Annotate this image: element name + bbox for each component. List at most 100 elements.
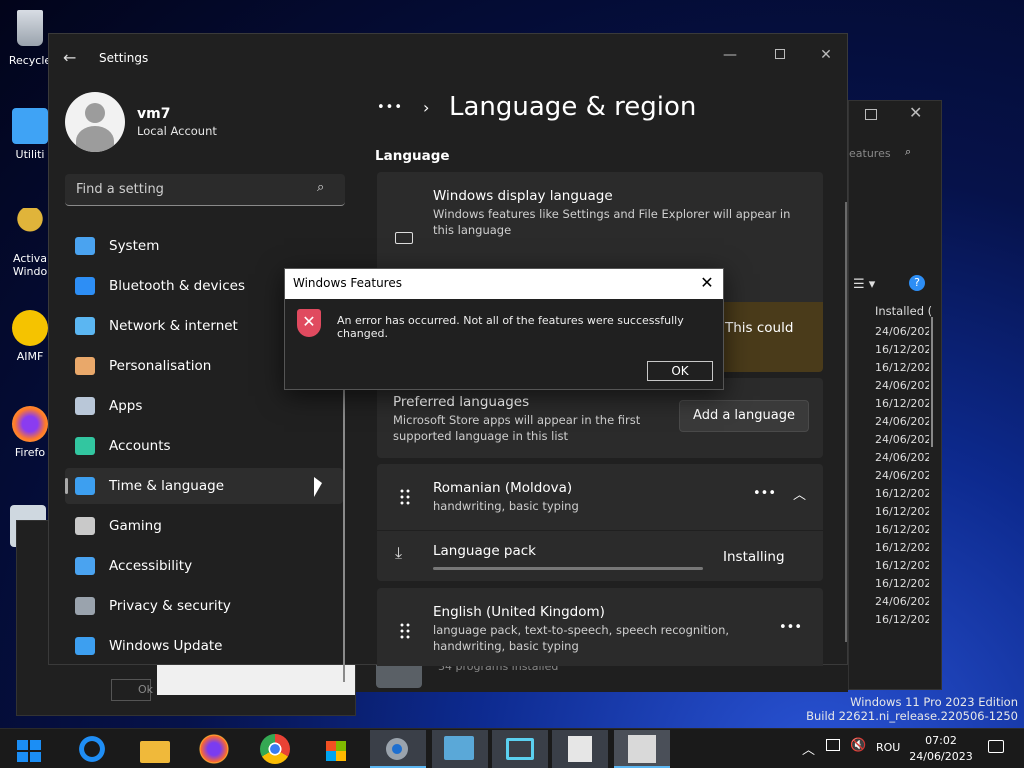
update-icon (75, 637, 95, 655)
taskbar-app-window[interactable] (492, 730, 548, 768)
view-menu-icon[interactable]: ☰ ▾ (853, 277, 875, 292)
desktop-icon-recycle-bin[interactable]: Recycle (8, 10, 52, 67)
sidebar-item-label: Bluetooth & devices (109, 278, 246, 294)
add-language-button[interactable]: Add a language (679, 400, 809, 432)
file-explorer-icon[interactable] (138, 733, 170, 765)
user-name: vm7 (137, 106, 171, 122)
desktop-icon-utilities[interactable]: Utiliti (8, 108, 52, 161)
sidebar-item-label: Accounts (109, 438, 171, 454)
language-pack-row: ⤓ Language pack Installing (377, 531, 823, 581)
sidebar-item-gaming[interactable]: Gaming (65, 508, 343, 544)
clock-time: 07:02 (925, 734, 957, 747)
date-row: 24/06/2023 (875, 433, 929, 446)
minimize-button[interactable]: — (715, 40, 745, 70)
more-options-button[interactable]: ••• (753, 486, 776, 501)
sidebar-item-privacy-security[interactable]: Privacy & security (65, 588, 343, 624)
sidebar-item-system[interactable]: System (65, 228, 343, 264)
download-icon: ⤓ (395, 543, 403, 562)
microsoft-store-icon[interactable] (320, 733, 352, 765)
close-button[interactable]: ✕ (909, 103, 922, 122)
taskbar-app-programs[interactable] (614, 730, 670, 768)
search-input[interactable]: Find a setting ⌕ (65, 174, 345, 206)
search-placeholder: Find a setting (76, 182, 164, 197)
maximize-button[interactable] (865, 109, 877, 120)
avatar[interactable] (65, 92, 125, 152)
date-row: 16/12/2022 (875, 361, 929, 374)
show-hidden-icons-chevron[interactable]: ︿ (802, 739, 815, 758)
control-panel-icon (568, 736, 592, 762)
window-app-icon (506, 738, 534, 760)
close-button[interactable]: ✕ (811, 40, 841, 70)
scrollbar[interactable] (931, 317, 933, 447)
notifications-icon[interactable] (988, 740, 1004, 753)
desktop-icon-activate-windows[interactable]: Activa Windo (8, 208, 52, 278)
drag-handle-icon[interactable] (399, 488, 411, 506)
taskbar-app-terminal[interactable] (432, 730, 488, 768)
ok-button[interactable]: OK (647, 361, 713, 381)
window-title: Settings (99, 51, 149, 65)
date-row: 24/06/2023 (875, 595, 929, 608)
title-bar: ← Settings — ✕ (49, 34, 847, 82)
maximize-button[interactable] (765, 40, 795, 70)
sidebar-item-accounts[interactable]: Accounts (65, 428, 343, 464)
language-pack-progress (433, 567, 703, 570)
input-language[interactable]: ROU (876, 741, 900, 754)
sidebar-item-label: Time & language (109, 478, 225, 494)
back-arrow-icon[interactable]: ← (63, 48, 76, 67)
settings-gear-icon (386, 738, 408, 760)
watermark-line-1: Windows 11 Pro 2023 Edition (850, 695, 1018, 709)
date-row: 16/12/2022 (875, 523, 929, 536)
sidebar-item-windows-update[interactable]: Windows Update (65, 628, 343, 664)
date-row: 16/12/2022 (875, 613, 929, 626)
date-row: 16/12/2022 (875, 343, 929, 356)
sidebar-item-label: System (109, 238, 160, 254)
desktop-icon-label: AIMF (16, 350, 44, 363)
preferred-languages-card: Preferred languages Microsoft Store apps… (377, 378, 823, 458)
date-row: 16/12/2022 (875, 505, 929, 518)
desktop-icon-label: Recycle (8, 54, 52, 67)
fragment-ok-button[interactable]: Ok (111, 679, 153, 701)
search-box[interactable]: eatures ⌕ (849, 141, 941, 165)
drag-handle-icon[interactable] (399, 622, 411, 640)
column-header-installed[interactable]: Installed ( (875, 304, 941, 318)
globe-clock-icon (75, 477, 95, 495)
preferred-languages-desc: Microsoft Store apps will appear in the … (393, 413, 641, 443)
date-list: 24/06/2023 16/12/2022 16/12/2022 24/06/2023… (875, 323, 929, 629)
sidebar-item-apps[interactable]: Apps (65, 388, 343, 424)
brush-icon (75, 357, 95, 375)
sidebar-item-label: Gaming (109, 518, 162, 534)
more-options-button[interactable]: ••• (779, 620, 802, 635)
main-scrollbar[interactable] (845, 202, 847, 642)
dialog-title-bar: Windows Features ✕ (285, 269, 723, 299)
aimp-icon (12, 310, 48, 346)
date-row: 24/06/2023 (875, 379, 929, 392)
volume-muted-icon[interactable]: 🔇 (850, 738, 866, 753)
chevron-up-icon[interactable]: ︿ (793, 484, 806, 503)
programs-features-window: ✕ eatures ⌕ ☰ ▾ ? Installed ( 24/06/2023… (848, 100, 942, 690)
desktop-icon-aimp[interactable]: AIMF (8, 310, 52, 363)
active-indicator (65, 478, 68, 494)
key-icon (12, 208, 48, 244)
search-icon: ⌕ (905, 145, 912, 158)
windows-logo-icon (17, 740, 41, 762)
language-name: Romanian (Moldova) (433, 480, 573, 496)
chrome-icon[interactable] (260, 734, 290, 764)
watermark-line-2: Build 22621.ni_release.220506-1250 (806, 709, 1018, 723)
taskbar-app-control-panel[interactable] (552, 730, 608, 768)
help-icon[interactable]: ? (909, 275, 925, 291)
folder-icon (12, 108, 48, 144)
dialog-close-button[interactable]: ✕ (697, 273, 717, 292)
firefox-icon[interactable] (198, 733, 230, 765)
date-row: 24/06/2023 (875, 451, 929, 464)
taskbar-app-settings[interactable] (370, 730, 426, 768)
breadcrumb-more-button[interactable]: ••• (377, 100, 403, 115)
internet-explorer-icon[interactable] (76, 733, 108, 765)
network-icon[interactable] (826, 739, 840, 751)
clock[interactable]: 07:02 24/06/2023 (908, 733, 974, 765)
desktop-icon-firefox[interactable]: Firefo (8, 406, 52, 459)
sidebar-item-accessibility[interactable]: Accessibility (65, 548, 343, 584)
mouse-cursor-icon (314, 477, 322, 497)
start-button[interactable] (14, 733, 46, 765)
taskbar: ︿ 🔇 ROU 07:02 24/06/2023 (0, 728, 1024, 768)
sidebar-item-time-language[interactable]: Time & language (65, 468, 343, 504)
